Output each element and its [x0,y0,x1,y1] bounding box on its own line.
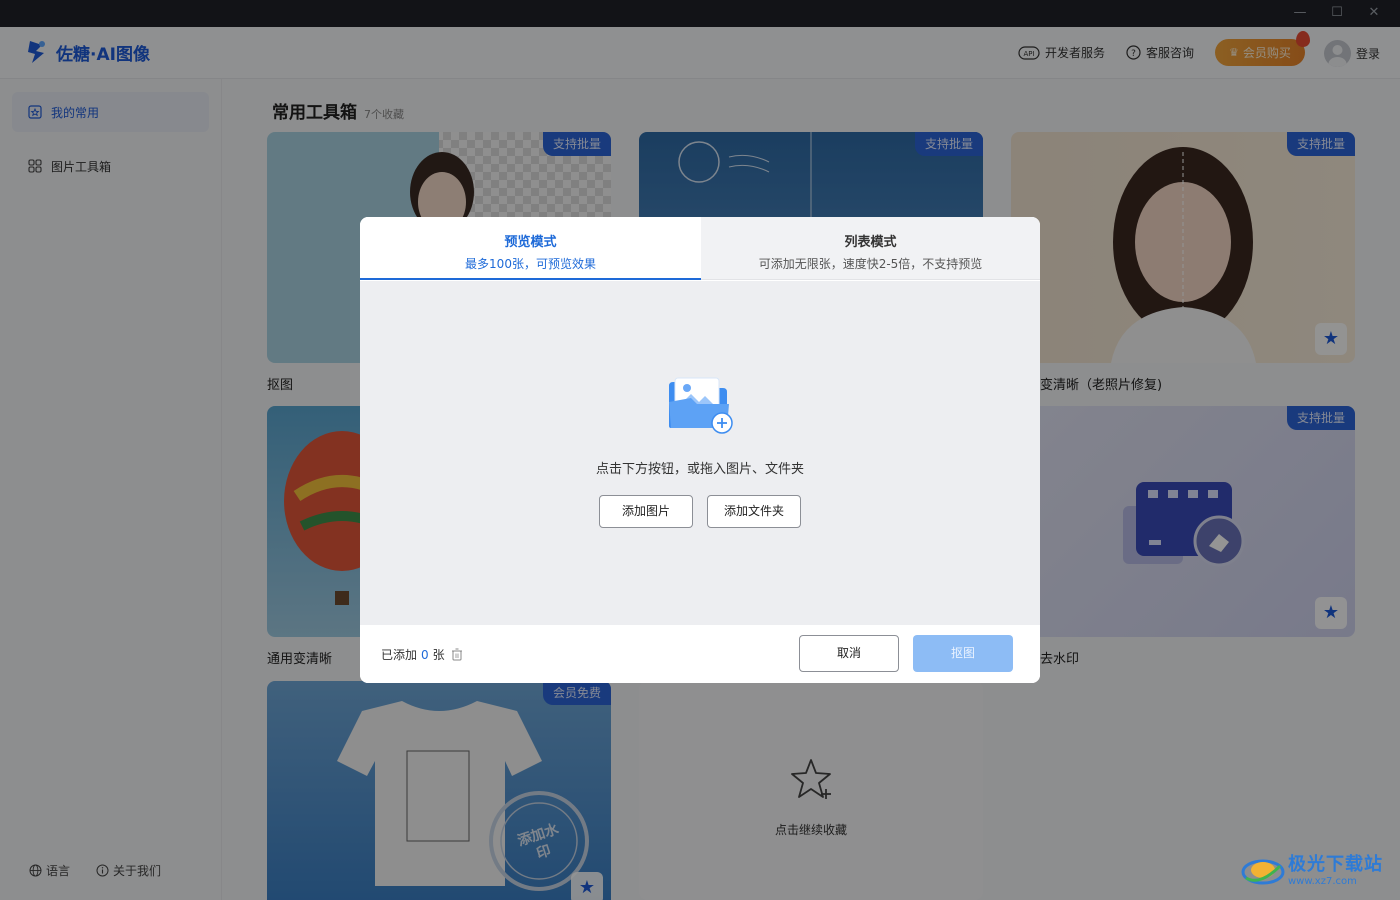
watermark-logo-icon [1241,859,1285,885]
tab-subtitle: 可添加无限张，速度快2-5倍，不支持预览 [758,257,983,271]
cancel-button[interactable]: 取消 [799,635,899,672]
trash-icon[interactable] [451,648,463,661]
added-prefix: 已添加 [381,648,418,662]
tab-preview-mode[interactable]: 预览模式 最多100张，可预览效果 [360,217,701,280]
site-watermark: 极光下载站 www.xz7.com [1240,848,1383,888]
upload-dialog: 预览模式 最多100张，可预览效果 列表模式 可添加无限张，速度快2-5倍，不支… [360,217,1040,683]
added-count: 0 [421,647,429,662]
drop-hint-text: 点击下方按钮，或拖入图片、文件夹 [595,462,804,477]
dialog-footer: 已添加 0 张 取消 抠图 [360,625,1040,683]
drop-zone[interactable]: 点击下方按钮，或拖入图片、文件夹 添加图片 添加文件夹 [360,281,1040,625]
added-unit: 张 [432,648,445,662]
tab-title: 预览模式 [504,235,557,250]
add-folder-button[interactable]: 添加文件夹 [707,495,801,528]
folder-add-icon [669,377,733,434]
add-images-button[interactable]: 添加图片 [599,495,693,528]
tab-list-mode[interactable]: 列表模式 可添加无限张，速度快2-5倍，不支持预览 [701,217,1040,280]
added-count-status: 已添加 0 张 [381,646,463,663]
start-cutout-button[interactable]: 抠图 [913,635,1013,672]
tab-subtitle: 最多100张，可预览效果 [465,257,596,271]
tab-title: 列表模式 [844,235,897,250]
watermark-url: www.xz7.com [1288,875,1357,887]
watermark-title: 极光下载站 [1288,853,1383,875]
